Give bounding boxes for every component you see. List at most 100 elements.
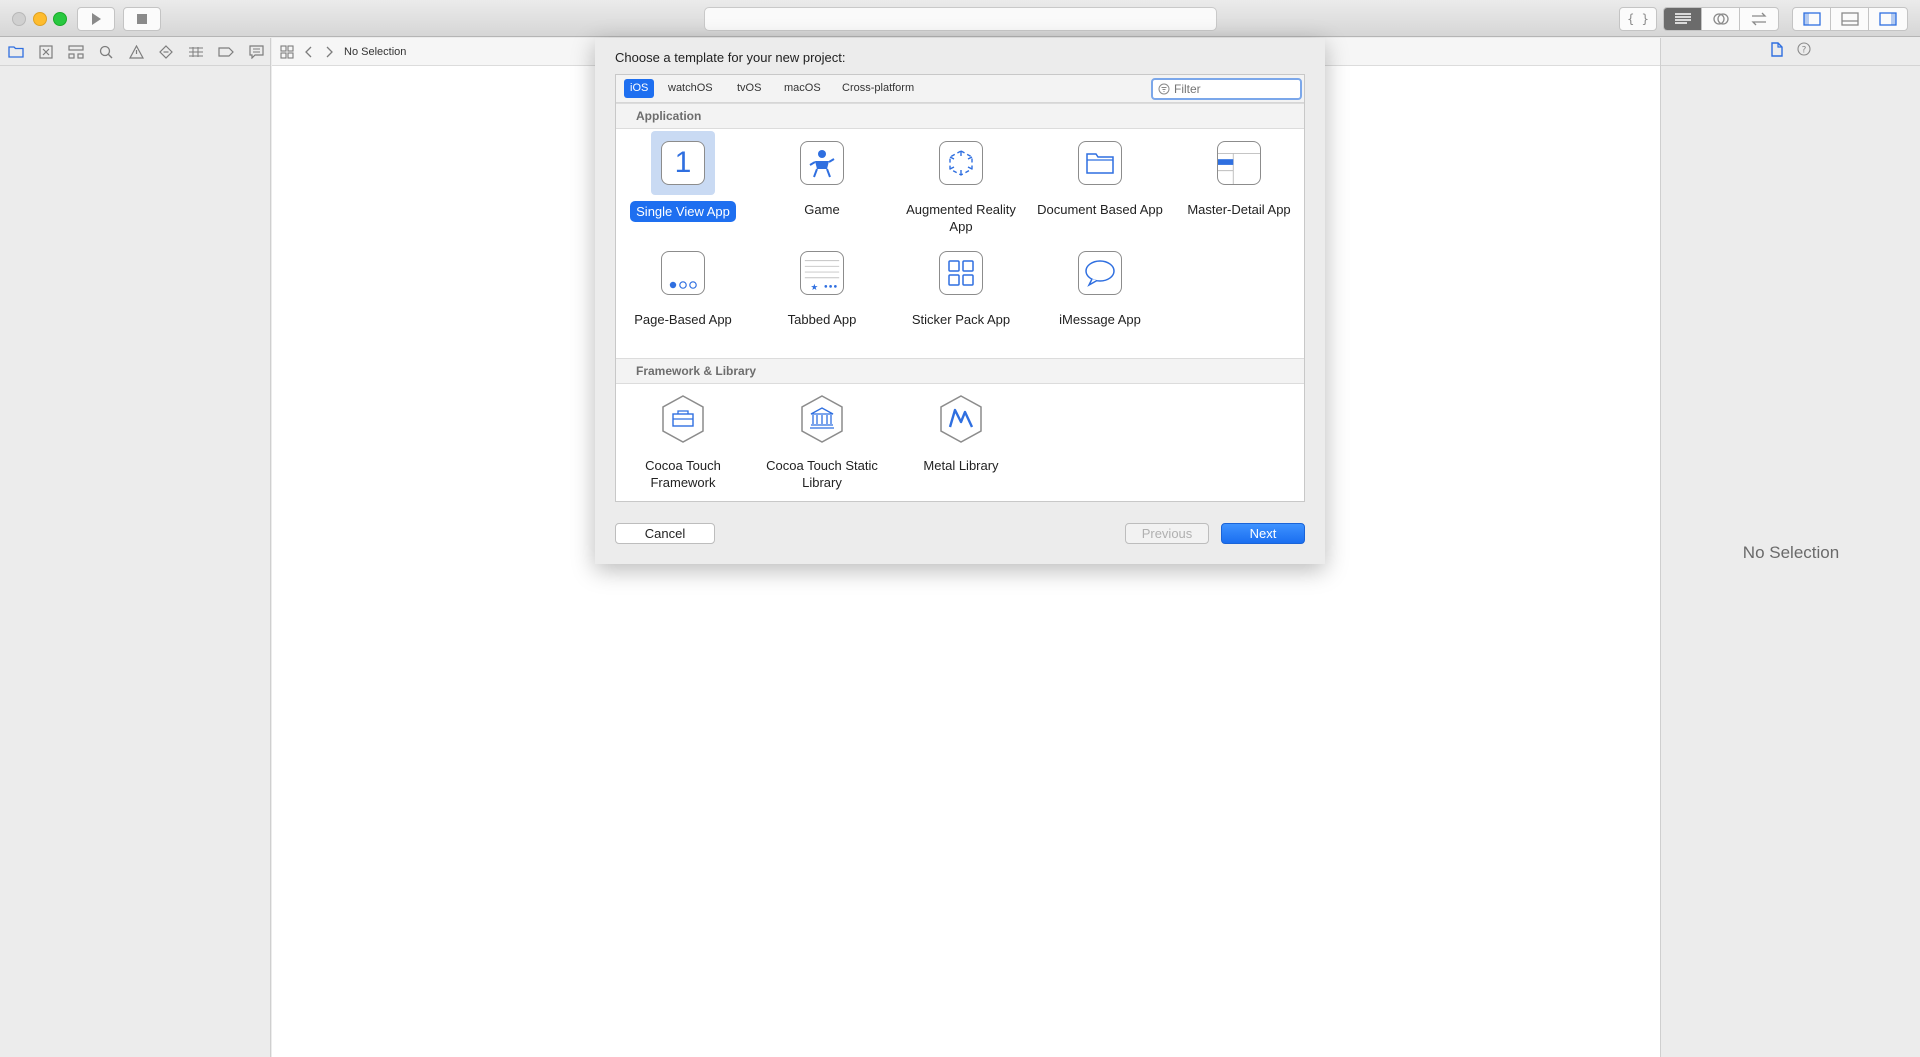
tabbed-icon: ★ bbox=[800, 251, 844, 295]
tab-ios[interactable]: iOS bbox=[624, 79, 655, 98]
template-label: Master-Detail App bbox=[1187, 202, 1291, 217]
assistant-editor-icon bbox=[1712, 13, 1729, 25]
template-label: iMessage App bbox=[1059, 312, 1141, 327]
report-navigator-tab[interactable] bbox=[246, 42, 266, 62]
symbol-navigator-tab[interactable] bbox=[66, 42, 86, 62]
quick-help-inspector-tab[interactable]: ? bbox=[1796, 42, 1811, 61]
next-button[interactable]: Next bbox=[1221, 523, 1305, 544]
chevron-right-icon[interactable] bbox=[324, 46, 334, 58]
template-master-detail-app[interactable]: Master-Detail App bbox=[1172, 131, 1306, 218]
sheet-title: Choose a template for your new project: bbox=[615, 50, 846, 65]
stop-button[interactable] bbox=[123, 7, 161, 31]
hierarchy-icon bbox=[68, 44, 84, 59]
template-panel: iOS watchOS tvOS macOS Cross-platform Ap… bbox=[615, 74, 1305, 502]
help-icon: ? bbox=[1796, 42, 1811, 56]
test-icon bbox=[159, 44, 173, 59]
template-sticker-pack-app[interactable]: Sticker Pack App bbox=[894, 241, 1028, 328]
stop-icon bbox=[137, 14, 147, 24]
test-navigator-tab[interactable] bbox=[156, 42, 176, 62]
template-imessage-app[interactable]: iMessage App bbox=[1033, 241, 1167, 328]
template-label: Cocoa Touch Static Library bbox=[766, 458, 878, 490]
run-button[interactable] bbox=[77, 7, 115, 31]
search-icon bbox=[99, 45, 113, 58]
document-icon bbox=[1078, 141, 1122, 185]
template-tabbed-app[interactable]: ★ Tabbed App bbox=[755, 241, 889, 328]
debug-navigator-tab[interactable] bbox=[186, 42, 206, 62]
standard-editor-button[interactable] bbox=[1664, 8, 1702, 30]
tab-macos[interactable]: macOS bbox=[778, 79, 827, 98]
metal-icon bbox=[940, 395, 982, 443]
navigator-pane bbox=[0, 38, 271, 1057]
master-detail-icon bbox=[1217, 141, 1261, 185]
template-cocoa-touch-framework[interactable]: Cocoa Touch Framework bbox=[616, 387, 750, 491]
template-game[interactable]: Game bbox=[755, 131, 889, 218]
window-toolbar: { } bbox=[0, 0, 1920, 37]
version-editor-button[interactable] bbox=[1740, 8, 1778, 30]
inspector-pane: ? No Selection bbox=[1660, 38, 1920, 1057]
single-view-icon: 1 bbox=[661, 141, 705, 185]
file-inspector-tab[interactable] bbox=[1770, 41, 1783, 62]
version-editor-icon bbox=[1751, 12, 1767, 26]
source-control-icon bbox=[39, 44, 53, 59]
navigator-toggle-button[interactable] bbox=[1793, 8, 1831, 30]
template-document-based-app[interactable]: Document Based App bbox=[1033, 131, 1167, 218]
static-library-icon bbox=[801, 395, 843, 443]
template-single-view-app[interactable]: 1 Single View App bbox=[616, 131, 750, 222]
breakpoint-navigator-tab[interactable] bbox=[216, 42, 236, 62]
inspector-toggle-button[interactable] bbox=[1869, 8, 1907, 30]
section-application: Application bbox=[616, 103, 1304, 129]
template-label: Cocoa Touch Framework bbox=[645, 458, 721, 490]
template-page-based-app[interactable]: Page-Based App bbox=[616, 241, 750, 328]
file-icon bbox=[1770, 41, 1783, 57]
template-chooser-sheet: Choose a template for your new project: … bbox=[595, 38, 1325, 564]
editor-mode-segmented bbox=[1663, 7, 1779, 31]
filter-input[interactable] bbox=[1174, 82, 1294, 96]
related-items-icon[interactable] bbox=[280, 44, 294, 59]
imessage-icon bbox=[1078, 251, 1122, 295]
template-label: Augmented Reality App bbox=[906, 202, 1016, 234]
source-control-navigator-tab[interactable] bbox=[36, 42, 56, 62]
template-label: Metal Library bbox=[923, 458, 999, 473]
play-icon bbox=[92, 13, 101, 25]
chevron-left-icon[interactable] bbox=[304, 46, 314, 58]
template-label: Single View App bbox=[630, 201, 736, 222]
standard-editor-icon bbox=[1674, 13, 1691, 24]
minimize-window-button[interactable] bbox=[33, 12, 47, 26]
tab-tvos[interactable]: tvOS bbox=[731, 79, 767, 98]
platform-tab-bar: iOS watchOS tvOS macOS Cross-platform bbox=[616, 75, 1304, 103]
view-toggle-segmented bbox=[1792, 7, 1908, 31]
section-framework-library: Framework & Library bbox=[616, 358, 1304, 384]
template-label: Page-Based App bbox=[634, 312, 732, 327]
activity-viewer bbox=[704, 7, 1217, 31]
project-navigator-tab[interactable] bbox=[6, 42, 26, 62]
template-metal-library[interactable]: Metal Library bbox=[894, 387, 1028, 474]
inspector-toggle-icon bbox=[1879, 12, 1897, 26]
library-button[interactable]: { } bbox=[1619, 7, 1657, 31]
find-navigator-tab[interactable] bbox=[96, 42, 116, 62]
navigator-toggle-icon bbox=[1802, 12, 1821, 26]
cancel-button[interactable]: Cancel bbox=[615, 523, 715, 544]
close-window-button[interactable] bbox=[12, 12, 26, 26]
debug-toggle-button[interactable] bbox=[1831, 8, 1869, 30]
issue-navigator-tab[interactable] bbox=[126, 42, 146, 62]
svg-text:?: ? bbox=[1801, 46, 1806, 56]
navigator-tab-bar bbox=[0, 38, 270, 66]
sticker-pack-icon bbox=[939, 251, 983, 295]
ar-icon bbox=[939, 141, 983, 185]
inspector-tab-bar: ? bbox=[1661, 38, 1920, 66]
braces-icon: { } bbox=[1627, 12, 1649, 26]
template-cocoa-touch-static-library[interactable]: Cocoa Touch Static Library bbox=[755, 387, 889, 491]
template-label: Game bbox=[804, 202, 840, 217]
tab-watchos[interactable]: watchOS bbox=[662, 79, 719, 98]
template-augmented-reality-app[interactable]: Augmented Reality App bbox=[894, 131, 1028, 235]
warning-icon bbox=[128, 44, 144, 59]
debug-toggle-icon bbox=[1840, 12, 1859, 26]
previous-button[interactable]: Previous bbox=[1125, 523, 1209, 544]
tab-cross-platform[interactable]: Cross-platform bbox=[836, 79, 920, 98]
inspector-no-selection: No Selection bbox=[1742, 543, 1840, 562]
assistant-editor-button[interactable] bbox=[1702, 8, 1740, 30]
template-label: Sticker Pack App bbox=[911, 312, 1011, 327]
page-based-icon bbox=[661, 251, 705, 295]
svg-text:★: ★ bbox=[811, 283, 819, 293]
zoom-window-button[interactable] bbox=[53, 12, 67, 26]
